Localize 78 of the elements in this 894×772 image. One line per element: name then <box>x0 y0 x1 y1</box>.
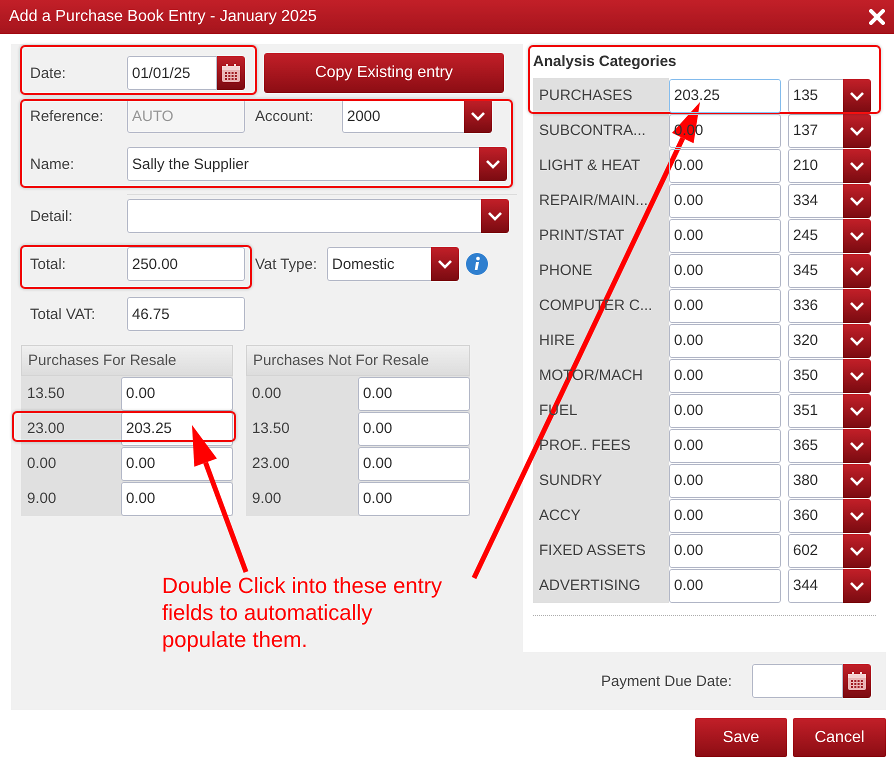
select-field[interactable]: 345 <box>788 254 843 288</box>
select-field[interactable]: 351 <box>788 394 843 428</box>
select-field[interactable]: 344 <box>788 568 843 602</box>
vat-rate: 9.00 <box>26 490 58 507</box>
field-label: Payment Due Date: <box>600 672 733 690</box>
category-label: SUNDRY <box>538 471 604 491</box>
field-label: Total VAT: <box>29 306 96 322</box>
select-field[interactable]: 602 <box>788 534 843 568</box>
amount-field[interactable]: 0.00 <box>669 324 781 358</box>
cancel-button[interactable]: Cancel <box>793 718 886 757</box>
field-label: Total: <box>29 256 67 272</box>
field-label: Vat Type: <box>254 256 318 272</box>
select-field[interactable]: 245 <box>788 218 843 252</box>
amount-field[interactable]: 0.00 <box>358 412 470 446</box>
amount-field[interactable]: 0.00 <box>669 254 781 288</box>
category-label: ADVERTISING <box>538 576 642 596</box>
vat-rate: 13.50 <box>251 420 291 437</box>
category-label: ACCY <box>538 506 582 526</box>
select-field[interactable]: 135 <box>788 78 843 112</box>
amount-field[interactable]: 0.00 <box>358 376 470 410</box>
category-label: PHONE <box>538 261 594 281</box>
amount-field[interactable]: 0.00 <box>669 568 781 602</box>
select-field[interactable]: 334 <box>788 184 843 218</box>
select-field[interactable]: 336 <box>788 288 843 322</box>
category-label: REPAIR/MAIN... <box>538 191 649 211</box>
category-label: HIRE <box>538 331 576 351</box>
annotation-text: Double Click into these entry fields to automatically populate them. <box>162 572 444 653</box>
category-label: SUBCONTRA... <box>538 121 647 141</box>
amount-field[interactable]: 0.00 <box>669 428 781 462</box>
category-label: PURCHASES <box>538 86 634 106</box>
vat-rate: 9.00 <box>251 490 282 507</box>
vat-rate: 23.00 <box>26 420 66 437</box>
amount-field[interactable]: 0.00 <box>669 394 781 428</box>
total-vat-field[interactable]: 46.75 <box>127 297 245 331</box>
copy-entry-button[interactable]: Copy Existing entry <box>264 53 504 93</box>
category-label: PRINT/STAT <box>538 226 626 246</box>
amount-field[interactable]: 203.25 <box>669 78 781 112</box>
amount-field[interactable]: 0.00 <box>121 482 233 516</box>
field-label: Date: <box>29 64 67 82</box>
select-field[interactable]: 380 <box>788 464 843 498</box>
amount-field[interactable]: 0.00 <box>669 358 781 392</box>
total-field[interactable]: 250.00 <box>127 247 245 281</box>
select-field[interactable]: 2000 <box>342 99 464 133</box>
select-field[interactable]: 137 <box>788 114 843 148</box>
field-label: Detail: <box>29 208 74 224</box>
select-field[interactable]: 365 <box>788 428 843 462</box>
date-field[interactable]: 01/01/25 <box>127 56 217 90</box>
amount-field[interactable]: 0.00 <box>669 288 781 322</box>
vat-rate: 0.00 <box>26 455 58 472</box>
section-title: Analysis Categories <box>533 52 676 70</box>
select-field[interactable]: 320 <box>788 324 843 358</box>
select-field[interactable]: 350 <box>788 358 843 392</box>
select-field[interactable]: Sally the Supplier <box>127 147 479 181</box>
field-label: Name: <box>29 156 76 172</box>
select-field[interactable]: 210 <box>788 148 843 182</box>
vat-rate: 0.00 <box>251 385 282 402</box>
amount-field[interactable]: 0.00 <box>358 446 470 480</box>
select-field[interactable]: Domestic <box>327 247 431 281</box>
table-header: Purchases For Resale <box>21 345 233 376</box>
category-label: FIXED ASSETS <box>538 541 647 561</box>
amount-field[interactable]: 0.00 <box>669 148 781 182</box>
table-header: Purchases Not For Resale <box>246 345 470 376</box>
amount-field[interactable]: 0.00 <box>669 498 781 532</box>
amount-field[interactable]: 0.00 <box>669 534 781 568</box>
vat-rate: 23.00 <box>251 455 291 472</box>
amount-field[interactable]: 0.00 <box>669 184 781 218</box>
category-label: PROF.. FEES <box>538 436 632 456</box>
save-button[interactable]: Save <box>695 718 787 757</box>
select-field[interactable]: 360 <box>788 498 843 532</box>
amount-field[interactable]: 0.00 <box>121 376 233 410</box>
amount-field[interactable]: 0.00 <box>669 464 781 498</box>
amount-field[interactable]: 0.00 <box>669 218 781 252</box>
window-title: Add a Purchase Book Entry - January 2025 <box>9 8 317 26</box>
field-label: Account: <box>254 108 314 124</box>
vat-rate: 13.50 <box>26 385 66 402</box>
category-label: LIGHT & HEAT <box>538 156 642 176</box>
field-label: Reference: <box>29 108 104 124</box>
amount-field[interactable]: 0.00 <box>358 482 470 516</box>
